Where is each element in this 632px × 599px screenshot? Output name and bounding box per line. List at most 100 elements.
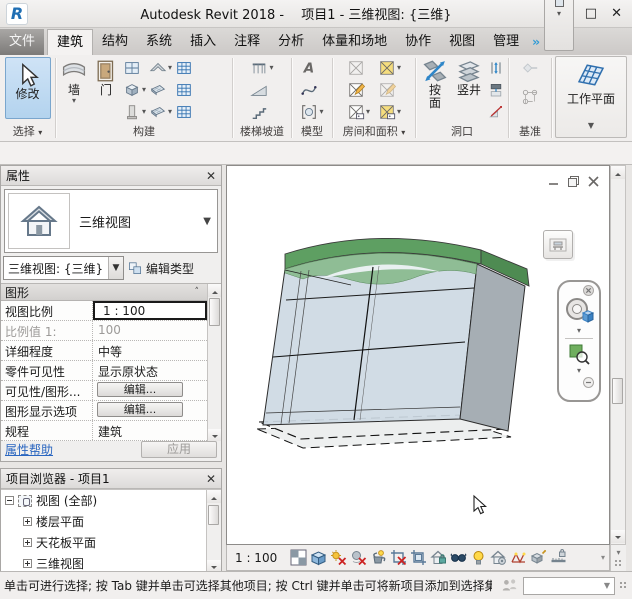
wall-button[interactable]: 墙▾ xyxy=(58,57,90,105)
detail-level-value[interactable]: 中等 xyxy=(93,341,207,360)
expand-icon[interactable] xyxy=(23,517,32,526)
vertical-opening-button[interactable] xyxy=(487,79,505,100)
locked-3d-view-icon[interactable] xyxy=(430,549,447,566)
modify-button[interactable]: 修改 xyxy=(5,57,51,119)
analytical-model-icon[interactable] xyxy=(510,549,527,566)
sun-path-icon[interactable] xyxy=(330,549,347,566)
temporary-view-properties-icon[interactable] xyxy=(490,549,507,566)
navbar-collapse-icon[interactable] xyxy=(583,377,594,388)
viewbar-overflow-icon[interactable]: ▾ xyxy=(601,553,605,562)
type-selector-dropdown-icon[interactable]: ▼ xyxy=(203,216,211,227)
tab-file[interactable]: 文件 xyxy=(0,29,44,55)
room-button[interactable] xyxy=(346,57,371,78)
mullion-button[interactable] xyxy=(174,101,194,122)
model-group-button[interactable]: ▾ xyxy=(299,101,324,122)
tab-architecture[interactable]: 建筑 xyxy=(47,29,93,55)
curtain-grid-button[interactable] xyxy=(174,79,194,100)
resize-grip-icon[interactable] xyxy=(614,559,623,568)
view-scale-value[interactable]: 1 : 100 xyxy=(93,301,207,320)
worksets-dropdown[interactable]: ▼ xyxy=(523,577,615,595)
group-header-graphics[interactable]: 图形˄ xyxy=(1,284,221,301)
area-button[interactable]: ▾ xyxy=(377,57,402,78)
tab-insert[interactable]: 插入 xyxy=(181,29,225,55)
view-close-icon[interactable] xyxy=(587,175,600,188)
ramp-button[interactable] xyxy=(249,79,274,100)
3d-model-view[interactable] xyxy=(227,166,609,544)
close-button[interactable]: ✕ xyxy=(611,6,622,21)
tree-node-3d-views[interactable]: 三维视图 xyxy=(1,553,221,572)
tab-analyze[interactable]: 分析 xyxy=(269,29,313,55)
tab-view[interactable]: 视图 xyxy=(440,29,484,55)
collapse-icon[interactable] xyxy=(5,496,14,505)
instance-selector[interactable]: 三维视图: {三维} ▼ xyxy=(3,256,124,280)
tab-structure[interactable]: 结构 xyxy=(93,29,137,55)
grid-button[interactable] xyxy=(520,86,540,107)
tab-massing-site[interactable]: 体量和场地 xyxy=(313,29,396,55)
scroll-option-icon[interactable]: ▾ xyxy=(616,548,620,557)
project-browser-title-bar[interactable]: 项目浏览器 - 项目1 ✕ xyxy=(1,469,221,489)
properties-close-icon[interactable]: ✕ xyxy=(206,169,216,183)
railing-button[interactable]: ▾ xyxy=(249,57,274,78)
component-button[interactable]: ▾ xyxy=(122,79,147,100)
scrollbar-thumb[interactable] xyxy=(612,378,623,404)
tab-collaborate[interactable]: 协作 xyxy=(396,29,440,55)
graphic-display-options-edit-button[interactable]: 编辑... xyxy=(97,402,183,417)
view-scale-button[interactable]: 1 : 100 xyxy=(235,551,277,565)
drawing-area[interactable]: ▾ ▾ xyxy=(226,165,610,545)
tab-manage[interactable]: 管理 xyxy=(484,29,528,55)
apply-button[interactable]: 应用 xyxy=(141,441,217,458)
tab-overflow-icon[interactable]: ›› xyxy=(528,29,542,55)
tab-systems[interactable]: 系统 xyxy=(137,29,181,55)
tag-room-button[interactable]: ▾ xyxy=(346,101,371,122)
viewcube-home-button[interactable] xyxy=(543,230,573,259)
panel-label-room-area[interactable]: 房间和面积 ▾ xyxy=(333,125,415,141)
tag-area-button[interactable]: ▾ xyxy=(377,101,402,122)
view-restore-icon[interactable] xyxy=(567,175,580,188)
roof-button[interactable]: ▾ xyxy=(148,57,173,78)
browser-scrollbar[interactable] xyxy=(206,490,221,572)
level-button[interactable] xyxy=(520,57,540,78)
scroll-up-icon[interactable] xyxy=(207,490,221,503)
visual-style-icon[interactable] xyxy=(310,549,327,566)
panel-label-select[interactable]: 选择 ▾ xyxy=(0,125,55,141)
stair-button[interactable] xyxy=(249,101,274,122)
revit-logo-icon[interactable]: R xyxy=(6,3,28,25)
parts-visibility-value[interactable]: 显示原状态 xyxy=(93,361,207,380)
instance-dropdown-icon[interactable]: ▼ xyxy=(108,257,123,279)
ceiling-button[interactable] xyxy=(148,79,173,100)
dormer-opening-button[interactable] xyxy=(487,101,505,122)
navbar-close-icon[interactable] xyxy=(583,285,594,296)
reveal-hidden-elements-icon[interactable] xyxy=(470,549,487,566)
opening-by-face-button[interactable]: 按面 xyxy=(419,57,451,111)
zoom-tool-icon[interactable] xyxy=(567,342,591,366)
work-plane-panel-button[interactable]: 工作平面 ▼ xyxy=(555,56,627,138)
expand-icon[interactable] xyxy=(23,559,32,568)
scroll-up-icon[interactable] xyxy=(611,166,625,179)
door-button[interactable]: 门 xyxy=(90,57,122,98)
rendering-dialog-icon[interactable] xyxy=(370,549,387,566)
view-minimize-icon[interactable] xyxy=(547,175,560,188)
window-button[interactable] xyxy=(122,57,147,78)
scroll-up-icon[interactable] xyxy=(208,284,221,297)
visibility-graphics-edit-button[interactable]: 编辑... xyxy=(97,382,183,397)
room-separator-button[interactable] xyxy=(346,79,371,100)
project-browser-close-icon[interactable]: ✕ xyxy=(206,472,216,486)
properties-title-bar[interactable]: 属性 ✕ xyxy=(1,166,221,186)
model-line-button[interactable] xyxy=(299,79,324,100)
worksets-icon[interactable] xyxy=(501,577,519,595)
column-button[interactable]: ▾ xyxy=(122,101,147,122)
shaft-opening-button[interactable]: 竖井 xyxy=(453,57,485,98)
reveal-constraints-icon[interactable] xyxy=(550,549,567,566)
displacement-sets-icon[interactable] xyxy=(530,549,547,566)
scrollbar-thumb[interactable] xyxy=(208,505,219,525)
steering-wheel-icon[interactable] xyxy=(564,296,594,326)
properties-help-link[interactable]: 属性帮助 xyxy=(5,441,53,458)
shadows-icon[interactable] xyxy=(350,549,367,566)
temporary-hide-isolate-icon[interactable] xyxy=(450,549,467,566)
crop-region-icon[interactable] xyxy=(410,549,427,566)
status-resize-grip-icon[interactable] xyxy=(619,581,628,590)
maximize-button[interactable]: □ xyxy=(585,6,597,21)
detail-level-icon[interactable] xyxy=(290,549,307,566)
edit-type-button[interactable]: 编辑类型 xyxy=(127,256,219,280)
area-boundary-button[interactable] xyxy=(377,79,402,100)
